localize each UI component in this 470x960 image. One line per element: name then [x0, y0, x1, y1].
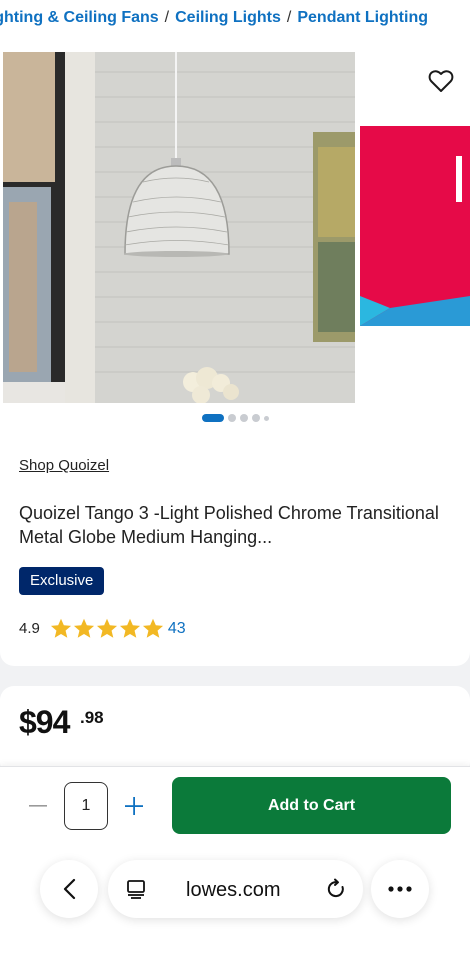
star-icon	[96, 618, 117, 638]
plus-icon	[125, 797, 143, 815]
price-dollars: $94	[19, 704, 70, 740]
product-image-next[interactable]	[360, 126, 470, 326]
product-title: Quoizel Tango 3 -Light Polished Chrome T…	[19, 503, 439, 547]
price-card: $94 .98	[0, 686, 470, 776]
pendant-photo	[3, 52, 355, 403]
quantity-input[interactable]	[64, 782, 108, 830]
carousel-dot-active[interactable]	[201, 414, 224, 422]
chevron-left-icon	[63, 878, 76, 900]
breadcrumb-item-lighting[interactable]: Lighting & Ceiling Fans	[0, 9, 159, 26]
quantity-increase-button[interactable]	[122, 794, 146, 818]
shop-brand-link[interactable]: Shop Quoizel	[19, 457, 109, 474]
rating-stars	[50, 618, 164, 639]
rating-row[interactable]: 4.9 43	[19, 618, 186, 639]
browser-back-button[interactable]	[40, 860, 98, 918]
more-dots-icon	[388, 886, 412, 892]
browser-toolbar: lowes.com	[0, 860, 470, 920]
product-image[interactable]	[3, 52, 355, 403]
exclusive-badge: Exclusive	[19, 567, 105, 595]
breadcrumb-item-pendant-lighting[interactable]: Pendant Lighting	[297, 9, 428, 26]
breadcrumb-separator: /	[286, 9, 292, 26]
quantity-decrease-button[interactable]	[26, 794, 50, 818]
page-menu-icon	[127, 880, 145, 899]
promo-thumbnail	[360, 126, 470, 326]
breadcrumb: Lighting & Ceiling Fans / Ceiling Lights / P…	[0, 0, 470, 38]
address-bar[interactable]: lowes.com	[108, 860, 363, 918]
breadcrumb-separator: /	[164, 9, 170, 26]
breadcrumb-trail: Lighting & Ceiling Fans / Ceiling Lights / P…	[0, 9, 428, 27]
star-icon	[142, 618, 163, 638]
carousel-indicator	[0, 414, 470, 422]
product-card: Shop Quoizel Quoizel Tango 3 -Light Poli…	[0, 38, 470, 666]
heart-outline-icon	[428, 70, 454, 92]
star-icon	[50, 618, 71, 638]
review-count-link[interactable]: 43	[168, 620, 186, 638]
browser-more-button[interactable]	[371, 860, 429, 918]
carousel-dot[interactable]	[239, 414, 248, 422]
carousel-dot[interactable]	[251, 414, 260, 422]
minus-icon	[29, 805, 47, 807]
carousel-dot[interactable]	[227, 414, 236, 422]
reload-icon[interactable]	[325, 878, 347, 900]
url-text: lowes.com	[186, 879, 281, 901]
add-to-cart-button[interactable]: Add to Cart	[172, 777, 451, 834]
favorite-button[interactable]	[424, 64, 458, 98]
breadcrumb-item-ceiling-lights[interactable]: Ceiling Lights	[175, 9, 281, 26]
star-icon	[73, 618, 94, 638]
carousel-dot[interactable]	[263, 415, 269, 421]
price-cents: .98	[80, 708, 104, 727]
star-icon	[119, 618, 140, 638]
rating-value: 4.9	[19, 620, 40, 637]
